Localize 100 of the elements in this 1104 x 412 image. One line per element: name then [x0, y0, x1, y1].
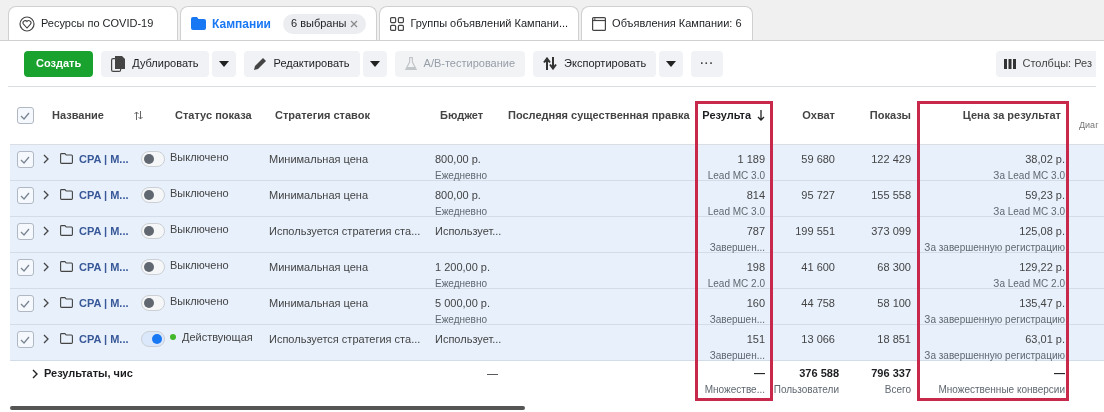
- check-icon: [20, 263, 30, 272]
- table-cell-text: 1 200,00 р.: [435, 260, 492, 275]
- column-header[interactable]: Название: [52, 107, 104, 124]
- cell-note: Ежедневно: [435, 168, 489, 183]
- table-cell-text: 44 758: [801, 296, 835, 311]
- heart-circle-icon: [19, 15, 35, 32]
- toolbar-button[interactable]: Дублировать: [101, 50, 209, 77]
- more-button[interactable]: ···: [691, 50, 724, 77]
- status-text: Выключено: [170, 257, 229, 273]
- table-cell-text: 129,22 р.: [1019, 260, 1065, 275]
- table-cell-text: 41 600: [801, 260, 835, 275]
- close-icon: [350, 19, 359, 28]
- campaign-name-link[interactable]: CPA | M...: [79, 295, 135, 312]
- toolbar-button[interactable]: Экспортировать: [533, 50, 657, 77]
- status-text: Выключено: [170, 221, 229, 237]
- dropdown-button[interactable]: [362, 50, 387, 77]
- chevron-right-icon: [43, 154, 49, 164]
- column-header[interactable]: Стратегия ставок: [275, 107, 370, 124]
- table-cell-text: 59,23 р.: [1025, 188, 1065, 203]
- cell-note: Lead MC 3.0: [707, 168, 765, 183]
- cell-note: Lead MC 2.0: [707, 276, 765, 291]
- toggle-switch[interactable]: [141, 187, 165, 203]
- column-header[interactable]: Статус показа: [175, 107, 252, 124]
- chevron-right-icon: [43, 190, 49, 200]
- table-cell-text: —: [487, 366, 498, 381]
- tab[interactable]: Группы объявлений Кампани...: [379, 6, 580, 40]
- tab[interactable]: Ресурсы по COVID-19: [8, 6, 178, 40]
- dropdown-button[interactable]: [659, 50, 684, 77]
- column-header[interactable]: Диаг: [1079, 118, 1099, 132]
- table-cell-text: 800,00 р.: [435, 188, 482, 203]
- campaign-name-link[interactable]: CPA | M...: [79, 331, 135, 348]
- column-header[interactable]: Бюджет: [440, 107, 484, 124]
- checkbox[interactable]: [16, 107, 34, 124]
- cell-note: Lead MC 3.0: [707, 204, 765, 219]
- cell-note: Пользователи: [773, 382, 839, 397]
- total-value: 796 337: [871, 366, 911, 381]
- badge-text: 6 выбраны: [290, 16, 347, 32]
- columns-button[interactable]: Столбцы: Рез: [996, 50, 1096, 77]
- table-cell-text: Используется стратегия ста...: [268, 224, 422, 239]
- checkbox[interactable]: [16, 295, 34, 312]
- cell-note: За Lead MC 3.0: [993, 204, 1065, 219]
- table-cell-text: Минимальная цена: [268, 152, 370, 167]
- toggle-switch[interactable]: [141, 259, 165, 275]
- folder-icon: [191, 17, 206, 30]
- grid-icon: [390, 16, 405, 31]
- table-cell-text: 1 189: [737, 152, 765, 167]
- cell-note: Ежедневно: [435, 276, 489, 291]
- cell-note: Завершен...: [709, 240, 765, 255]
- column-header[interactable]: Результа: [702, 107, 751, 124]
- table-cell-text: 58 100: [877, 296, 911, 311]
- table-cell-text: 155 558: [871, 188, 911, 203]
- scrollbar[interactable]: [10, 406, 525, 410]
- pencil-icon: [253, 57, 267, 70]
- checkbox[interactable]: [16, 259, 34, 276]
- folder-icon: [60, 225, 73, 236]
- status-text: Выключено: [170, 149, 229, 165]
- checkbox[interactable]: [16, 151, 34, 168]
- campaign-name-link[interactable]: CPA | M...: [79, 223, 135, 240]
- table-cell-text: 198: [746, 260, 765, 275]
- tab[interactable]: Объявления Кампании: 6: [581, 6, 753, 40]
- column-header[interactable]: Последняя существенная правка: [508, 107, 690, 124]
- caret-icon: [218, 60, 229, 67]
- checkbox[interactable]: [16, 187, 34, 204]
- checkbox[interactable]: [16, 331, 34, 348]
- columns-icon: [1004, 58, 1017, 69]
- cell-note: Множественные конверсии: [938, 382, 1065, 397]
- table-cell-text: 95 727: [801, 188, 835, 203]
- toggle-switch[interactable]: [141, 295, 165, 311]
- cell-note: За завершенную регистрацию: [924, 240, 1065, 255]
- table-cell-text: 373 099: [871, 224, 911, 239]
- table-cell-text: 59 680: [801, 152, 835, 167]
- toggle-switch[interactable]: [141, 223, 165, 239]
- folder-icon: [60, 261, 73, 272]
- table-cell-text: 787: [746, 224, 765, 239]
- tab-label: Кампании: [212, 15, 271, 33]
- campaign-name-link[interactable]: CPA | M...: [79, 259, 135, 276]
- column-header[interactable]: Охват: [802, 107, 835, 124]
- table-cell-text: 122 429: [871, 152, 911, 167]
- tab[interactable]: Кампании 6 выбраны: [180, 6, 378, 40]
- window-icon: [592, 16, 607, 31]
- checkbox[interactable]: [16, 223, 34, 240]
- dropdown-button[interactable]: [211, 50, 236, 77]
- toggle-switch[interactable]: [141, 151, 165, 167]
- campaign-name-link[interactable]: CPA | M...: [79, 187, 135, 204]
- column-header[interactable]: Показы: [869, 107, 911, 124]
- toolbar-button[interactable]: Редактировать: [243, 50, 360, 77]
- table-cell-text: 125,08 р.: [1019, 224, 1065, 239]
- check-icon: [20, 191, 30, 200]
- toggle-switch[interactable]: [141, 331, 165, 347]
- check-icon: [20, 227, 30, 236]
- check-icon: [20, 111, 30, 120]
- total-value: 376 588: [799, 366, 839, 381]
- cell-note: Ежедневно: [435, 312, 489, 327]
- campaign-name-link[interactable]: CPA | M...: [79, 151, 135, 168]
- total-value: —: [1054, 366, 1065, 381]
- column-header[interactable]: Цена за результат: [962, 107, 1061, 124]
- check-icon: [20, 155, 30, 164]
- documents-icon: [111, 55, 126, 72]
- table-cell-text: Используется стратегия ста...: [268, 332, 422, 347]
- caret-icon: [666, 60, 677, 67]
